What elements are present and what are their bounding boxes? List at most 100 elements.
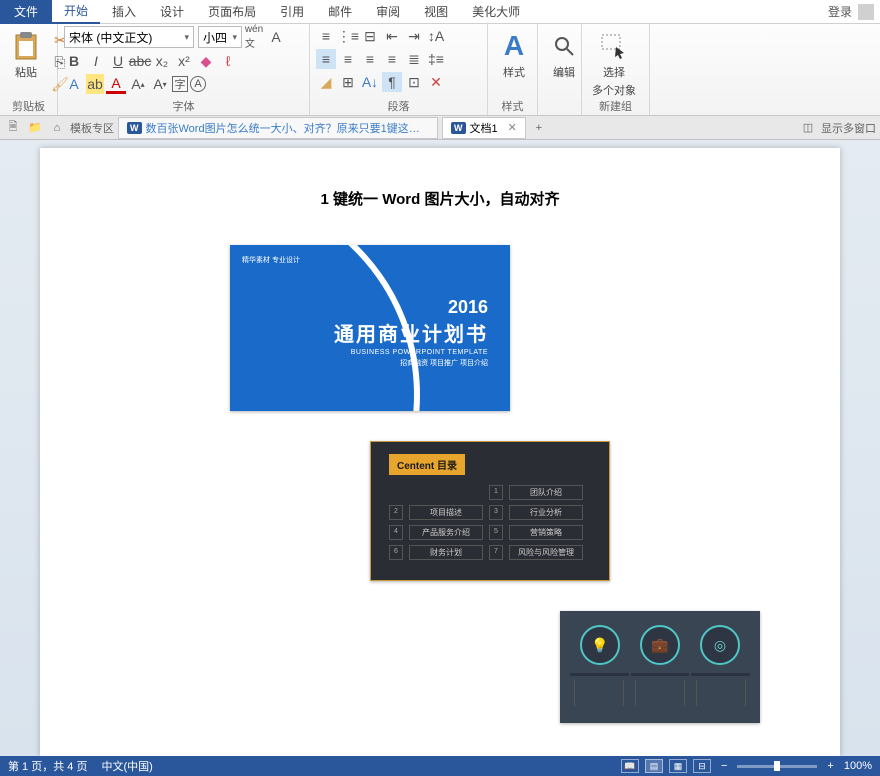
tab-review[interactable]: 审阅 (364, 0, 412, 24)
close-tab-icon[interactable]: ✕ (508, 121, 517, 134)
ribbon: 粘贴 ✂ ⎘ 🖌 剪贴板 宋体 (中文正文)▾ 小四▾ wén文 A B I U… (0, 24, 880, 116)
toc-item: 行业分析 (509, 505, 583, 520)
borders-icon[interactable]: ⊞ (338, 72, 358, 92)
toc-num: 4 (389, 525, 403, 540)
page[interactable]: 1 键统一 Word 图片大小，自动对齐 精华素材 专业设计 2016 通用商业… (40, 148, 840, 756)
para-x-icon[interactable]: ✕ (426, 72, 446, 92)
highlight2-icon[interactable]: ab (86, 74, 104, 94)
tab-layout[interactable]: 页面布局 (196, 0, 268, 24)
font-color-icon[interactable]: A (106, 74, 126, 94)
align-left-icon[interactable]: ≡ (316, 49, 336, 69)
bold-icon[interactable]: B (64, 51, 84, 71)
toc-item: 营销策略 (509, 525, 583, 540)
print-view-icon[interactable]: ▤ (645, 759, 663, 773)
slide2-title: Centent 目录 (389, 454, 465, 475)
tab-references[interactable]: 引用 (268, 0, 316, 24)
tab-home[interactable]: 开始 (52, 0, 100, 24)
word-badge-icon: W (451, 122, 466, 134)
indent-inc-icon[interactable]: ⇥ (404, 26, 424, 46)
superscript-icon[interactable]: x² (174, 51, 194, 71)
font-select[interactable]: 宋体 (中文正文)▾ (64, 26, 194, 48)
multiwindow-label[interactable]: 显示多窗口 (821, 120, 876, 136)
toc-num: 2 (389, 505, 403, 520)
bullets-icon[interactable]: ≡ (316, 26, 336, 46)
templates-link[interactable]: 模板专区 (70, 120, 114, 136)
slide-2[interactable]: Centent 目录 1 1 团队介绍 2 项目描述 3 行业分析 4 产品服务… (370, 441, 610, 581)
tabs-icon[interactable]: ⊡ (404, 72, 424, 92)
text-dir-icon[interactable]: ↕A (426, 26, 446, 46)
document-area: 1 键统一 Word 图片大小，自动对齐 精华素材 专业设计 2016 通用商业… (0, 140, 880, 756)
zoom-value[interactable]: 100% (844, 760, 872, 772)
login-link[interactable]: 登录 (828, 3, 852, 20)
numbering-icon[interactable]: ⋮≡ (338, 26, 358, 46)
doc-tab-1[interactable]: W 数百张Word图片怎么统一大小、对齐？原来只要1键这么简单.docx (118, 117, 438, 139)
page-status[interactable]: 第 1 页，共 4 页 (8, 758, 87, 774)
shrink-icon[interactable]: A▾ (150, 74, 170, 94)
doc-tab-2[interactable]: W 文档1 ✕ (442, 117, 526, 139)
multiwindow-icon[interactable]: ◫ (799, 119, 817, 137)
zoom-in-icon[interactable]: + (823, 760, 837, 772)
grow-icon[interactable]: A▴ (128, 74, 148, 94)
highlight-icon[interactable]: ℓ (218, 51, 238, 71)
show-marks-icon[interactable]: ¶ (382, 72, 402, 92)
phonetic-icon[interactable]: wén文 (244, 27, 264, 47)
char-border-icon[interactable]: 字 (172, 76, 188, 92)
home-icon[interactable]: ⌂ (48, 119, 66, 137)
align-center-icon[interactable]: ≡ (338, 49, 358, 69)
toc-item: 财务计划 (409, 545, 483, 560)
distribute-icon[interactable]: ≣ (404, 49, 424, 69)
grow-font-icon[interactable]: A (266, 27, 286, 47)
briefcase-icon: 💼 (640, 625, 680, 665)
slide-3[interactable]: 💡 💼 ◎ (560, 611, 760, 723)
line-spacing-icon[interactable]: ‡≡ (426, 49, 446, 69)
read-view-icon[interactable]: 📖 (621, 759, 639, 773)
toc-item: 团队介绍 (509, 485, 583, 500)
target-icon: ◎ (700, 625, 740, 665)
zoom-slider[interactable] (737, 765, 817, 768)
outline-view-icon[interactable]: ⊟ (693, 759, 711, 773)
tab-mail[interactable]: 邮件 (316, 0, 364, 24)
open-folder-icon[interactable]: 📁 (26, 119, 44, 137)
zoom-out-icon[interactable]: − (717, 760, 731, 772)
toc-num: 3 (489, 505, 503, 520)
avatar-icon[interactable] (858, 4, 874, 20)
document-tabs-bar: 🗎 📁 ⌂ 模板专区 W 数百张Word图片怎么统一大小、对齐？原来只要1键这么… (0, 116, 880, 140)
styles-button[interactable]: A 样式 (494, 26, 534, 80)
slide1-sub: BUSINESS POWERPOINT TEMPLATE (334, 349, 488, 356)
tab-design[interactable]: 设计 (148, 0, 196, 24)
sort-icon[interactable]: A↓ (360, 72, 380, 92)
circle-char-icon[interactable]: A (190, 76, 206, 92)
select-objects-button[interactable]: 选择 多个对象 (588, 26, 640, 98)
new-doc-icon[interactable]: 🗎 (4, 119, 22, 137)
styles-icon: A (498, 30, 530, 62)
text-effects-icon[interactable]: A (64, 74, 84, 94)
indent-dec-icon[interactable]: ⇤ (382, 26, 402, 46)
italic-icon[interactable]: I (86, 51, 106, 71)
toc-item: 项目描述 (409, 505, 483, 520)
size-select[interactable]: 小四▾ (198, 26, 242, 48)
toc-num: 7 (489, 545, 503, 560)
lang-status[interactable]: 中文(中国) (101, 758, 152, 774)
toc-num: 5 (489, 525, 503, 540)
tab-beautify[interactable]: 美化大师 (460, 0, 532, 24)
editing-button[interactable]: 编辑 (544, 26, 584, 80)
align-right-icon[interactable]: ≡ (360, 49, 380, 69)
select-icon (598, 30, 630, 62)
justify-icon[interactable]: ≡ (382, 49, 402, 69)
paste-button[interactable]: 粘贴 (6, 26, 46, 80)
clear-format-icon[interactable]: ◆ (196, 51, 216, 71)
slide-1[interactable]: 精华素材 专业设计 2016 通用商业计划书 BUSINESS POWERPOI… (230, 245, 510, 411)
toc-num: 1 (489, 485, 503, 500)
subscript-icon[interactable]: x₂ (152, 51, 172, 71)
group-paragraph-label: 段落 (310, 98, 487, 114)
web-view-icon[interactable]: ▦ (669, 759, 687, 773)
add-tab-icon[interactable]: + (530, 119, 548, 137)
underline-icon[interactable]: U (108, 51, 128, 71)
multilevel-icon[interactable]: ⊟ (360, 26, 380, 46)
strike-icon[interactable]: abc (130, 51, 150, 71)
shading-icon[interactable]: ◢ (316, 72, 336, 92)
menu-bar: 文件 开始 插入 设计 页面布局 引用 邮件 审阅 视图 美化大师 登录 (0, 0, 880, 24)
file-menu[interactable]: 文件 (0, 0, 52, 24)
tab-view[interactable]: 视图 (412, 0, 460, 24)
tab-insert[interactable]: 插入 (100, 0, 148, 24)
